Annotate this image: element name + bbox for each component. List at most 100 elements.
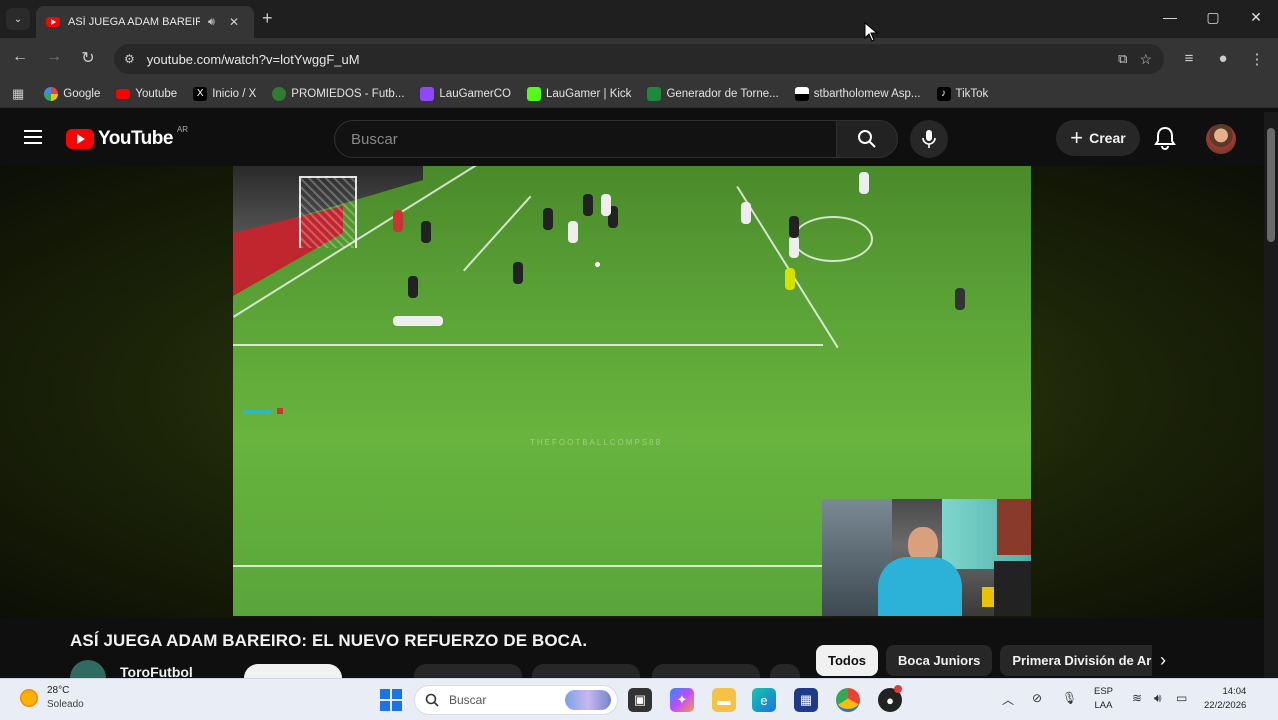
search-button[interactable] [836,120,898,158]
weather-temperature[interactable]: 28°C [47,685,69,696]
notifications-bell-icon[interactable] [1154,126,1176,150]
hamburger-menu-icon[interactable] [24,130,42,144]
search-icon [425,693,439,707]
input-language[interactable]: ESP LAA [1094,685,1113,713]
browser-tab-strip: ⌄ ASÍ JUEGA ADAM BAREIRO 🔊︎ ✕ + — ▢ ✕ [0,0,1278,38]
taskbar-search[interactable]: Buscar [414,685,618,715]
chevron-right-icon[interactable]: › [1160,650,1166,671]
minimize-button[interactable]: — [1160,9,1180,25]
youtube-header: YouTube AR Buscar + Crear [0,112,1278,166]
install-app-icon[interactable]: ⧉ [1118,51,1127,67]
flag-icon [794,86,809,101]
back-arrow-icon[interactable]: ← [10,48,30,66]
tab-active[interactable]: ASÍ JUEGA ADAM BAREIRO 🔊︎ ✕ [36,6,254,38]
kick-icon [527,86,541,101]
tiktok-icon: ♪ [936,86,951,101]
sun-icon[interactable] [20,689,38,707]
bookmark-stbartholomew[interactable]: stbartholomew Asp... [794,86,921,101]
player [408,276,418,298]
player [568,221,578,243]
bookmark-google[interactable]: Google [44,86,100,101]
profile-icon[interactable]: ● [1214,50,1232,67]
chevron-up-icon[interactable]: ︿ [1002,691,1014,708]
more-menu-icon[interactable]: ⋮ [1248,50,1266,68]
bookmark-kick[interactable]: LauGamer | Kick [527,86,631,101]
share-button[interactable] [532,664,640,678]
player [513,262,523,284]
tab-search-button[interactable]: ⌄ [6,8,30,30]
site-info-icon[interactable]: ⚙︎ [124,52,135,66]
player [421,221,431,243]
subscribe-button[interactable] [244,664,342,678]
battery-icon[interactable]: ▭ [1176,691,1187,705]
edge-icon[interactable]: e [752,688,776,712]
like-button[interactable] [414,664,522,678]
twitch-icon [420,86,435,101]
youtube-favicon-icon [46,17,60,27]
google-icon [44,86,59,101]
youtube-play-icon [66,129,94,149]
avatar[interactable] [1206,124,1236,154]
reload-icon[interactable]: ↻ [78,48,98,68]
weather-description[interactable]: Soleado [47,699,84,710]
apps-grid-icon[interactable]: ▦ [12,86,24,102]
chip-todos[interactable]: Todos [816,645,879,676]
save-button[interactable] [652,664,760,678]
scrollbar-thumb[interactable] [1267,128,1275,242]
channel-avatar[interactable] [70,660,106,680]
youtube-logo[interactable]: YouTube AR [66,124,189,150]
volume-icon[interactable]: 🔊︎ [1154,691,1162,706]
file-explorer-icon[interactable]: ▬ [712,688,736,712]
store-icon[interactable]: ▦ [794,688,818,712]
video-watermark: THEFOOTBALLCOMPS88 [530,438,663,447]
youtube-icon [116,88,131,99]
bookmark-x[interactable]: X Inicio / X [193,86,256,101]
player [789,236,799,258]
player [601,194,611,216]
browser-toolbar: ← → ↻ ⚙︎ youtube.com/watch?v=lotYwggF_uM… [0,38,1278,80]
wifi-icon[interactable]: ≋ [1132,691,1142,705]
speaker-icon[interactable]: 🔊︎ [208,16,215,29]
player [543,208,553,230]
url-text[interactable]: youtube.com/watch?v=lotYwggF_uM [147,52,360,67]
task-view-icon[interactable]: ▣ [628,688,652,712]
bookmark-generador[interactable]: Generador de Torne... [647,86,779,101]
clock[interactable]: 14:04 22/2/2026 [1204,685,1246,713]
player [393,316,443,326]
forward-arrow-icon[interactable]: → [44,48,64,66]
microphone-icon[interactable]: 🎙︎ [1062,691,1077,705]
copilot-icon[interactable]: ✦ [670,688,694,712]
country-code: AR [176,124,189,134]
bookmark-twitch[interactable]: LauGamerCO [420,86,511,101]
create-button[interactable]: + Crear [1056,120,1140,156]
player [789,216,799,238]
chip-primera-division[interactable]: Primera División de Argentina [1000,645,1152,676]
chrome-icon[interactable] [836,688,860,712]
new-tab-button[interactable]: + [262,8,273,29]
tab-close-icon[interactable]: ✕ [229,15,239,29]
poster [997,499,1031,555]
address-bar[interactable]: ⚙︎ youtube.com/watch?v=lotYwggF_uM ⧉ ☆ [114,44,1164,74]
youtube-search-input[interactable]: Buscar [334,120,838,158]
search-highlight-image [565,690,611,710]
related-chips-bar: Todos Boca Juniors Primera División de A… [816,645,1152,677]
chip-boca-juniors[interactable]: Boca Juniors [886,645,993,676]
desk-item [982,587,994,607]
windows-start-icon[interactable] [380,689,402,711]
maximize-button[interactable]: ▢ [1203,9,1223,26]
close-window-button[interactable]: ✕ [1246,9,1266,26]
bookmark-youtube[interactable]: Youtube [116,88,177,100]
chair [994,561,1031,616]
voice-search-button[interactable] [910,120,948,158]
bookmark-promiedos[interactable]: PROMIEDOS - Futb... [272,86,404,101]
search-icon [858,130,876,148]
media-controls-icon[interactable]: ≡ [1180,50,1198,67]
microphone-icon [922,130,936,148]
video-title: ASÍ JUEGA ADAM BAREIRO: EL NUEVO REFUERZ… [70,631,588,650]
player [859,172,869,194]
bookmark-tiktok[interactable]: ♪ TikTok [936,86,988,101]
more-actions-button[interactable] [770,664,800,678]
bookmark-star-icon[interactable]: ☆ [1139,51,1152,68]
tab-title: ASÍ JUEGA ADAM BAREIRO [68,16,200,28]
network-off-icon[interactable]: ⊘ [1032,691,1042,705]
